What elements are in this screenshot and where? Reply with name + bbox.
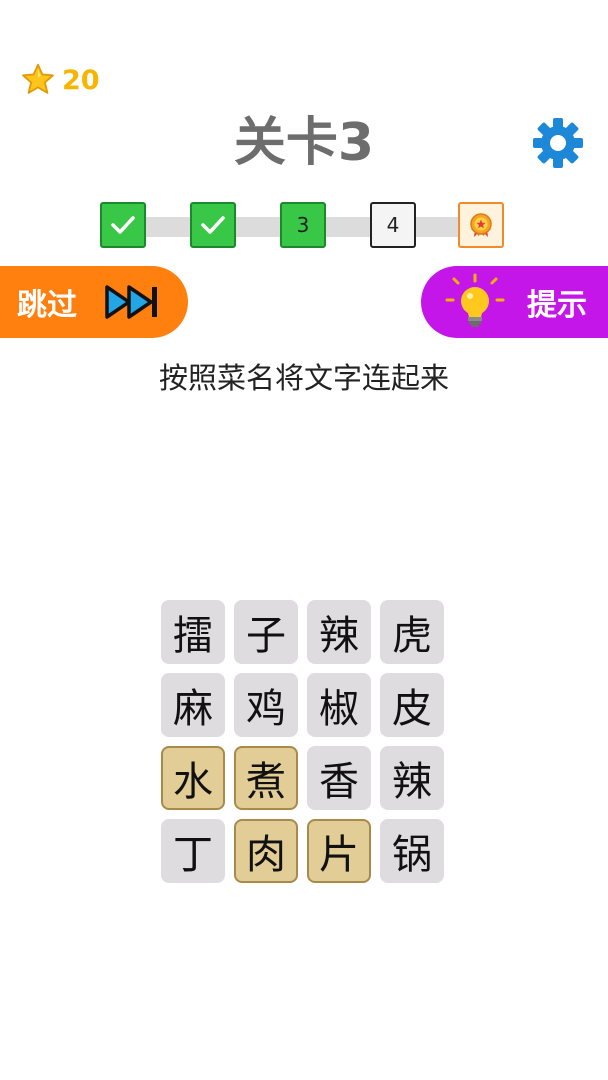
grid-tile[interactable]: 子 <box>234 600 298 664</box>
hint-button[interactable]: 提示 <box>421 266 608 338</box>
grid-tile[interactable]: 香 <box>307 746 371 810</box>
lightbulb-icon <box>445 273 505 327</box>
grid-tile[interactable]: 辣 <box>380 746 444 810</box>
grid-tile[interactable]: 丁 <box>161 819 225 883</box>
grid-tile[interactable]: 水 <box>161 746 225 810</box>
checkmark-icon <box>111 216 135 234</box>
instruction-text: 按照菜名将文字连起来 <box>158 361 449 395</box>
fast-forward-icon <box>105 285 157 319</box>
settings-button[interactable] <box>531 116 585 170</box>
grid-tile[interactable]: 椒 <box>307 673 371 737</box>
grid-tile[interactable]: 肉 <box>234 819 298 883</box>
grid-tile[interactable]: 片 <box>307 819 371 883</box>
grid-tile[interactable]: 擂 <box>161 600 225 664</box>
medal-icon <box>470 213 492 237</box>
star-icon <box>22 63 54 94</box>
grid-tile[interactable]: 虎 <box>380 600 444 664</box>
page-title: 关卡3 <box>233 113 375 173</box>
coin-count: 20 <box>62 64 100 96</box>
skip-button[interactable]: 跳过 <box>0 266 188 338</box>
progress-step-3: 3 <box>280 202 326 248</box>
progress-step-4: 4 <box>370 202 416 248</box>
progress-reward <box>458 202 504 248</box>
progress-step-2 <box>190 202 236 248</box>
character-grid: 擂子辣虎麻鸡椒皮水煮香辣丁肉片锅 <box>161 600 449 888</box>
grid-tile[interactable]: 锅 <box>380 819 444 883</box>
grid-tile[interactable]: 辣 <box>307 600 371 664</box>
progress-step-1 <box>100 202 146 248</box>
grid-tile[interactable]: 麻 <box>161 673 225 737</box>
skip-label: 跳过 <box>17 288 77 323</box>
hint-label: 提示 <box>527 288 587 323</box>
checkmark-icon <box>201 216 225 234</box>
level-progress: 3 4 <box>100 202 508 252</box>
grid-tile[interactable]: 煮 <box>234 746 298 810</box>
coin-counter: 20 <box>20 60 100 100</box>
grid-tile[interactable]: 鸡 <box>234 673 298 737</box>
grid-tile[interactable]: 皮 <box>380 673 444 737</box>
gear-icon <box>533 118 583 168</box>
